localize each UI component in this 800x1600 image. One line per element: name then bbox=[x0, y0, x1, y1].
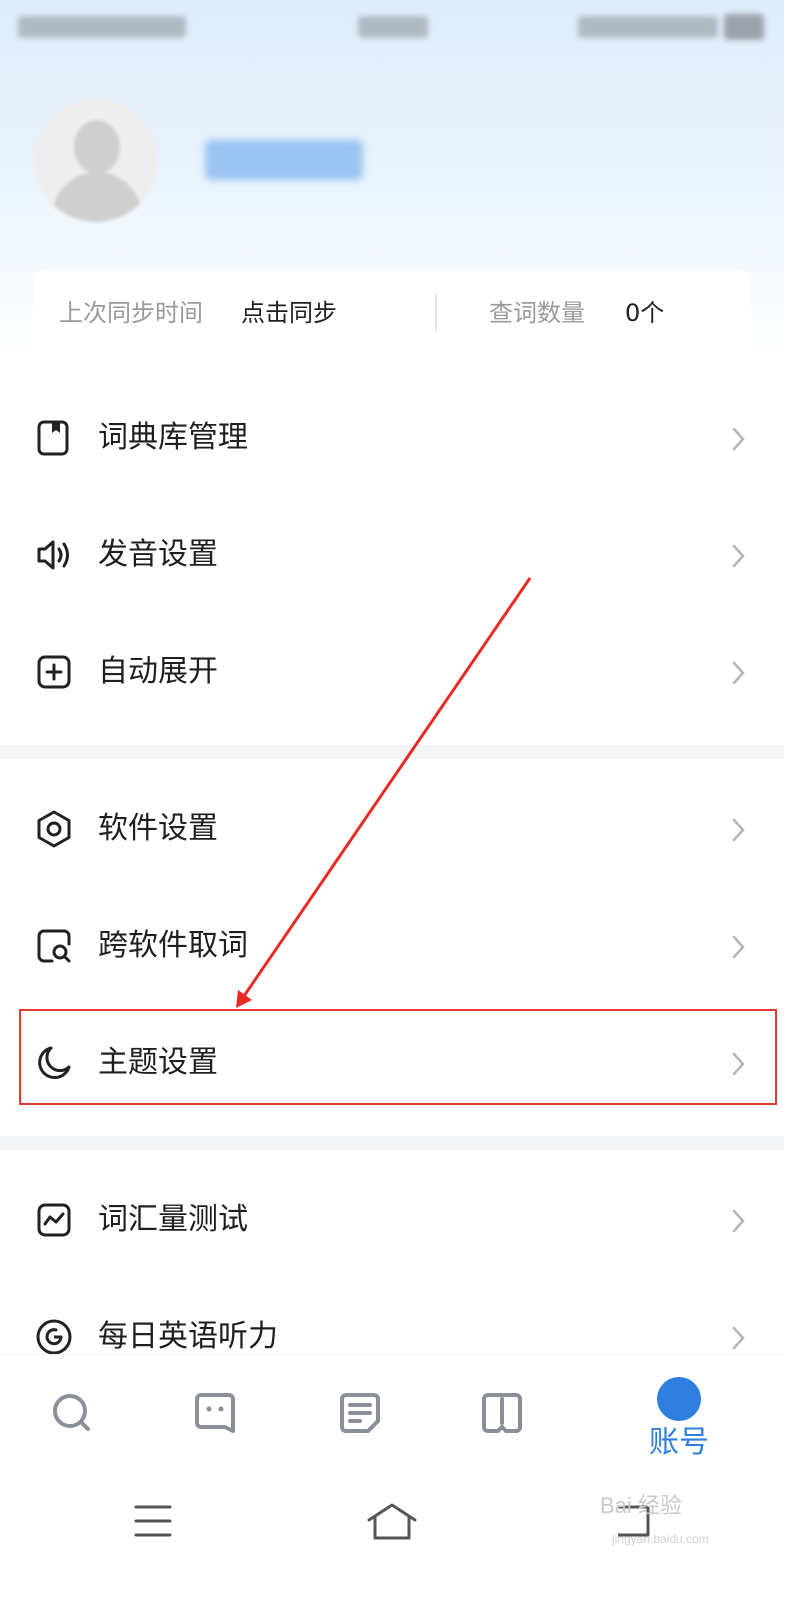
lookup-count-label: 查词数量 bbox=[489, 299, 585, 327]
menu-label: 发音设置 bbox=[98, 537, 218, 572]
bottom-nav: 账号 bbox=[0, 1354, 784, 1465]
watermark-url: jingyan.baidu.com bbox=[612, 1532, 709, 1546]
menu-icon[interactable] bbox=[134, 1504, 172, 1542]
account-icon bbox=[657, 1377, 726, 1443]
menu-item-pronunciation[interactable]: 发音设置 bbox=[0, 497, 784, 614]
chevron-right-icon bbox=[728, 932, 748, 962]
chevron-right-icon bbox=[728, 424, 748, 454]
sync-card: 上次同步时间 点击同步 查词数量 0个 bbox=[33, 270, 751, 356]
tab-notes[interactable] bbox=[300, 1355, 420, 1465]
speaker-icon bbox=[34, 535, 74, 575]
menu-item-cross-app-lookup[interactable]: 跨软件取词 bbox=[0, 888, 784, 1005]
home-icon[interactable] bbox=[366, 1502, 418, 1546]
tab-account[interactable]: 账号 bbox=[619, 1355, 739, 1465]
tab-search[interactable] bbox=[12, 1355, 132, 1465]
moon-icon bbox=[34, 1043, 74, 1083]
divider bbox=[435, 294, 437, 332]
tab-chat[interactable] bbox=[155, 1355, 275, 1465]
status-bar bbox=[0, 0, 784, 56]
avatar[interactable] bbox=[34, 98, 158, 222]
menu-label: 软件设置 bbox=[98, 811, 218, 846]
section-separator bbox=[0, 745, 784, 759]
menu-item-auto-expand[interactable]: 自动展开 bbox=[0, 614, 784, 731]
sync-now-button[interactable]: 点击同步 bbox=[241, 298, 337, 328]
chevron-right-icon bbox=[728, 1049, 748, 1079]
menu-item-dictionary[interactable]: 词典库管理 bbox=[0, 380, 784, 497]
tab-book[interactable] bbox=[442, 1355, 562, 1465]
menu-item-daily-listening[interactable]: 每日英语听力 bbox=[0, 1279, 784, 1354]
tab-account-label: 账号 bbox=[649, 1425, 709, 1460]
chevron-right-icon bbox=[728, 1206, 748, 1236]
chevron-right-icon bbox=[728, 815, 748, 845]
menu-label: 每日英语听力 bbox=[98, 1319, 278, 1354]
section-separator bbox=[0, 1136, 784, 1150]
chart-icon bbox=[34, 1200, 74, 1240]
menu-item-theme-settings[interactable]: 主题设置 bbox=[0, 1005, 784, 1122]
menu-label: 主题设置 bbox=[98, 1045, 218, 1080]
chevron-right-icon bbox=[728, 1323, 748, 1353]
menu-label: 词汇量测试 bbox=[98, 1202, 248, 1237]
menu-label: 跨软件取词 bbox=[98, 928, 248, 963]
menu-item-software-settings[interactable]: 软件设置 bbox=[0, 771, 784, 888]
hexagon-settings-icon bbox=[34, 809, 74, 849]
watermark: Bai 经验 bbox=[600, 1493, 682, 1518]
login-link[interactable] bbox=[205, 140, 363, 180]
dictionary-icon bbox=[34, 418, 74, 458]
lookup-count-value: 0个 bbox=[625, 299, 665, 327]
menu-label: 自动展开 bbox=[98, 654, 218, 689]
headphone-circle-icon bbox=[34, 1317, 74, 1354]
chevron-right-icon bbox=[728, 541, 748, 571]
search-doc-icon bbox=[34, 926, 74, 966]
plus-square-icon bbox=[34, 652, 74, 692]
last-sync-label: 上次同步时间 bbox=[59, 299, 203, 327]
menu-item-vocab-test[interactable]: 词汇量测试 bbox=[0, 1162, 784, 1279]
chevron-right-icon bbox=[728, 658, 748, 688]
menu-label: 词典库管理 bbox=[98, 420, 248, 455]
